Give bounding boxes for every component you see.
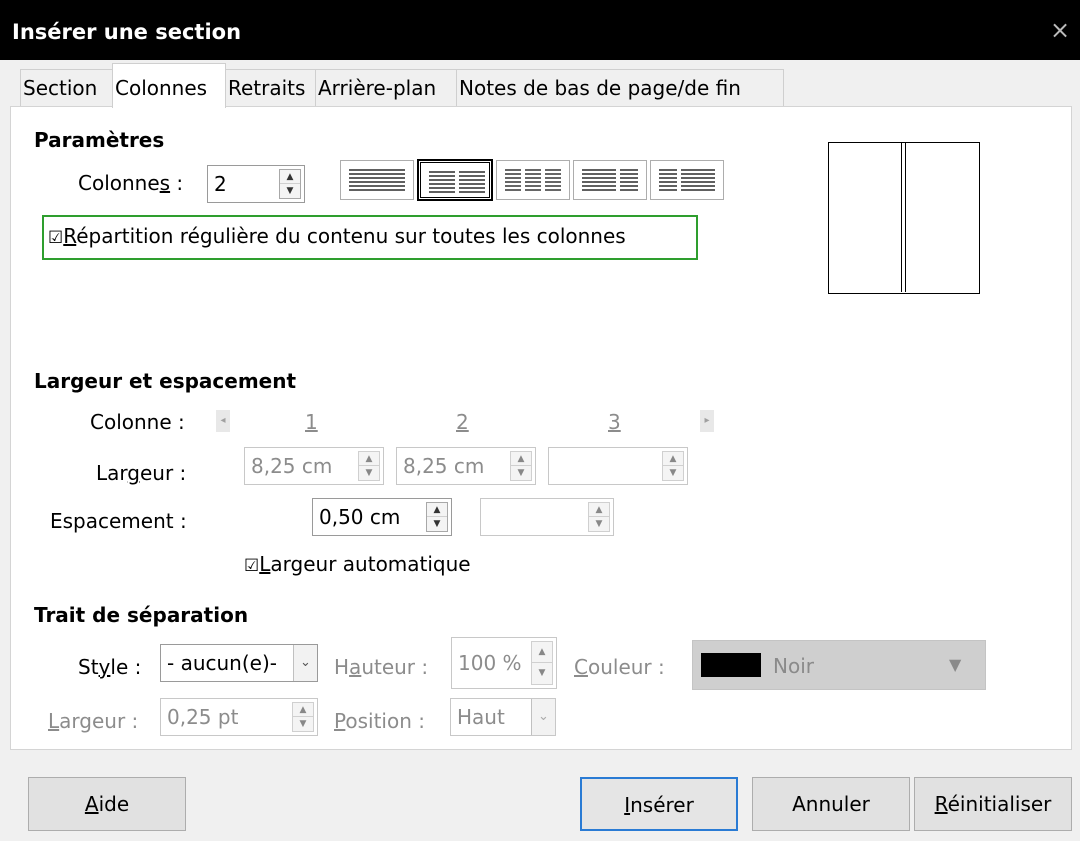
cancel-button[interactable]: Annuler: [752, 777, 910, 831]
spin-up-icon[interactable]: ▲: [280, 170, 300, 184]
style-label: Style :: [78, 655, 142, 679]
layout-2-columns-button[interactable]: [417, 159, 493, 201]
spacing-value: 0,50 cm: [319, 505, 401, 529]
insert-button[interactable]: Insérer: [580, 777, 738, 831]
layout-3-columns-button[interactable]: [496, 160, 570, 200]
preview-column-divider: [901, 143, 906, 292]
tab-retraits[interactable]: Retraits: [225, 69, 316, 106]
layout-2-columns-right-wide-button[interactable]: [650, 160, 724, 200]
dialog-title: Insérer une section: [12, 20, 242, 44]
tab-section[interactable]: Section: [20, 69, 113, 106]
position-value: Haut: [457, 705, 505, 729]
column-next-arrow-icon[interactable]: ▸: [700, 410, 714, 432]
position-label: Position :: [334, 709, 425, 733]
layout-3-columns-icon: [505, 169, 561, 191]
even-distribution-label: ☑Répartition régulière du contenu sur to…: [48, 224, 626, 248]
spin-down-icon[interactable]: ▼: [532, 663, 552, 684]
layout-left-wide-icon: [582, 169, 638, 191]
spin-up-icon[interactable]: ▲: [589, 503, 609, 517]
checkbox-checked-icon: ☑: [48, 228, 64, 248]
checkbox-checked-icon: ☑: [244, 556, 260, 576]
section-heading-parametres: Paramètres: [34, 128, 165, 152]
column-preview: [828, 142, 980, 294]
spin-down-icon[interactable]: ▼: [427, 517, 447, 531]
columns-spinbox[interactable]: 2 ▲ ▼: [207, 165, 305, 203]
hauteur-spinbox[interactable]: 100 % ▲ ▼: [451, 637, 557, 689]
layout-right-wide-icon: [659, 169, 715, 191]
spin-buttons[interactable]: ▲ ▼: [358, 451, 380, 481]
separator-width-value: 0,25 pt: [167, 705, 239, 729]
dropdown-arrow-icon[interactable]: ▼: [949, 655, 961, 674]
column-number-2: 2: [456, 410, 469, 434]
spin-buttons[interactable]: ▲ ▼: [426, 502, 448, 532]
tab-arriere-plan[interactable]: Arrière-plan: [315, 69, 457, 106]
section-heading-separateur: Trait de séparation: [34, 603, 249, 627]
spin-down-icon[interactable]: ▼: [511, 466, 531, 480]
layout-2-columns-left-wide-button[interactable]: [573, 160, 647, 200]
spin-buttons[interactable]: ▲ ▼: [279, 169, 301, 199]
tab-notes[interactable]: Notes de bas de page/de fin: [456, 69, 784, 106]
color-name: Noir: [773, 654, 814, 678]
spin-up-icon[interactable]: ▲: [532, 642, 552, 663]
layout-2-columns-icon: [429, 171, 485, 193]
position-select[interactable]: Haut ⌄: [450, 698, 556, 736]
couleur-label: Couleur :: [574, 655, 665, 679]
color-dropdown[interactable]: Noir ▼: [692, 640, 986, 690]
hauteur-value: 100 %: [458, 651, 522, 675]
separator-width-label: Largeur :: [48, 709, 139, 733]
columns-value: 2: [214, 172, 227, 196]
separator-width-spinbox[interactable]: 0,25 pt ▲ ▼: [160, 698, 318, 736]
width-col2-value: 8,25 cm: [403, 454, 485, 478]
close-icon[interactable]: ×: [1046, 16, 1074, 44]
layout-1-column-icon: [349, 169, 405, 191]
spin-up-icon[interactable]: ▲: [663, 452, 683, 466]
spin-down-icon[interactable]: ▼: [589, 517, 609, 531]
spin-up-icon[interactable]: ▲: [511, 452, 531, 466]
hauteur-label: Hauteur :: [334, 655, 429, 679]
auto-width-checkbox[interactable]: ☑Largeur automatique: [244, 552, 471, 576]
largeur-label: Largeur :: [96, 461, 187, 485]
spin-down-icon[interactable]: ▼: [359, 466, 379, 480]
column-prev-arrow-icon[interactable]: ◂: [216, 410, 230, 432]
spin-down-icon[interactable]: ▼: [293, 717, 313, 731]
help-button[interactable]: Aide: [28, 777, 186, 831]
spin-buttons[interactable]: ▲ ▼: [292, 702, 314, 732]
width-col1-spinbox[interactable]: 8,25 cm ▲ ▼: [244, 447, 384, 485]
width-col1-value: 8,25 cm: [251, 454, 333, 478]
spin-up-icon[interactable]: ▲: [359, 452, 379, 466]
tab-colonnes[interactable]: Colonnes: [112, 63, 226, 108]
spin-down-icon[interactable]: ▼: [663, 466, 683, 480]
style-value: - aucun(e)-: [167, 651, 277, 675]
spin-down-icon[interactable]: ▼: [280, 184, 300, 198]
even-distribution-checkbox[interactable]: ☑Répartition régulière du contenu sur to…: [42, 215, 698, 260]
width-col2-spinbox[interactable]: 8,25 cm ▲ ▼: [396, 447, 536, 485]
chevron-down-icon[interactable]: ⌄: [531, 699, 555, 735]
reset-button[interactable]: Réinitialiser: [914, 777, 1072, 831]
width-col3-spinbox[interactable]: ▲ ▼: [548, 447, 688, 485]
colonne-label: Colonne :: [90, 410, 185, 434]
column-number-3: 3: [608, 410, 621, 434]
color-swatch: [701, 653, 761, 677]
spacing-spinbox[interactable]: 0,50 cm ▲ ▼: [312, 498, 452, 536]
style-select[interactable]: - aucun(e)- ⌄: [160, 644, 318, 682]
column-number-1: 1: [305, 410, 318, 434]
spin-up-icon[interactable]: ▲: [293, 703, 313, 717]
spin-buttons[interactable]: ▲ ▼: [510, 451, 532, 481]
colonnes-label: Colonnes :: [78, 171, 184, 195]
spin-buttons[interactable]: ▲ ▼: [588, 502, 610, 532]
espacement-label: Espacement :: [50, 509, 187, 533]
spin-buttons[interactable]: ▲ ▼: [662, 451, 684, 481]
section-heading-largeur: Largeur et espacement: [34, 369, 297, 393]
spin-up-icon[interactable]: ▲: [427, 503, 447, 517]
chevron-down-icon[interactable]: ⌄: [293, 645, 317, 681]
spacing-2-spinbox[interactable]: ▲ ▼: [480, 498, 614, 536]
layout-1-column-button[interactable]: [340, 160, 414, 200]
spin-buttons[interactable]: ▲ ▼: [531, 641, 553, 685]
